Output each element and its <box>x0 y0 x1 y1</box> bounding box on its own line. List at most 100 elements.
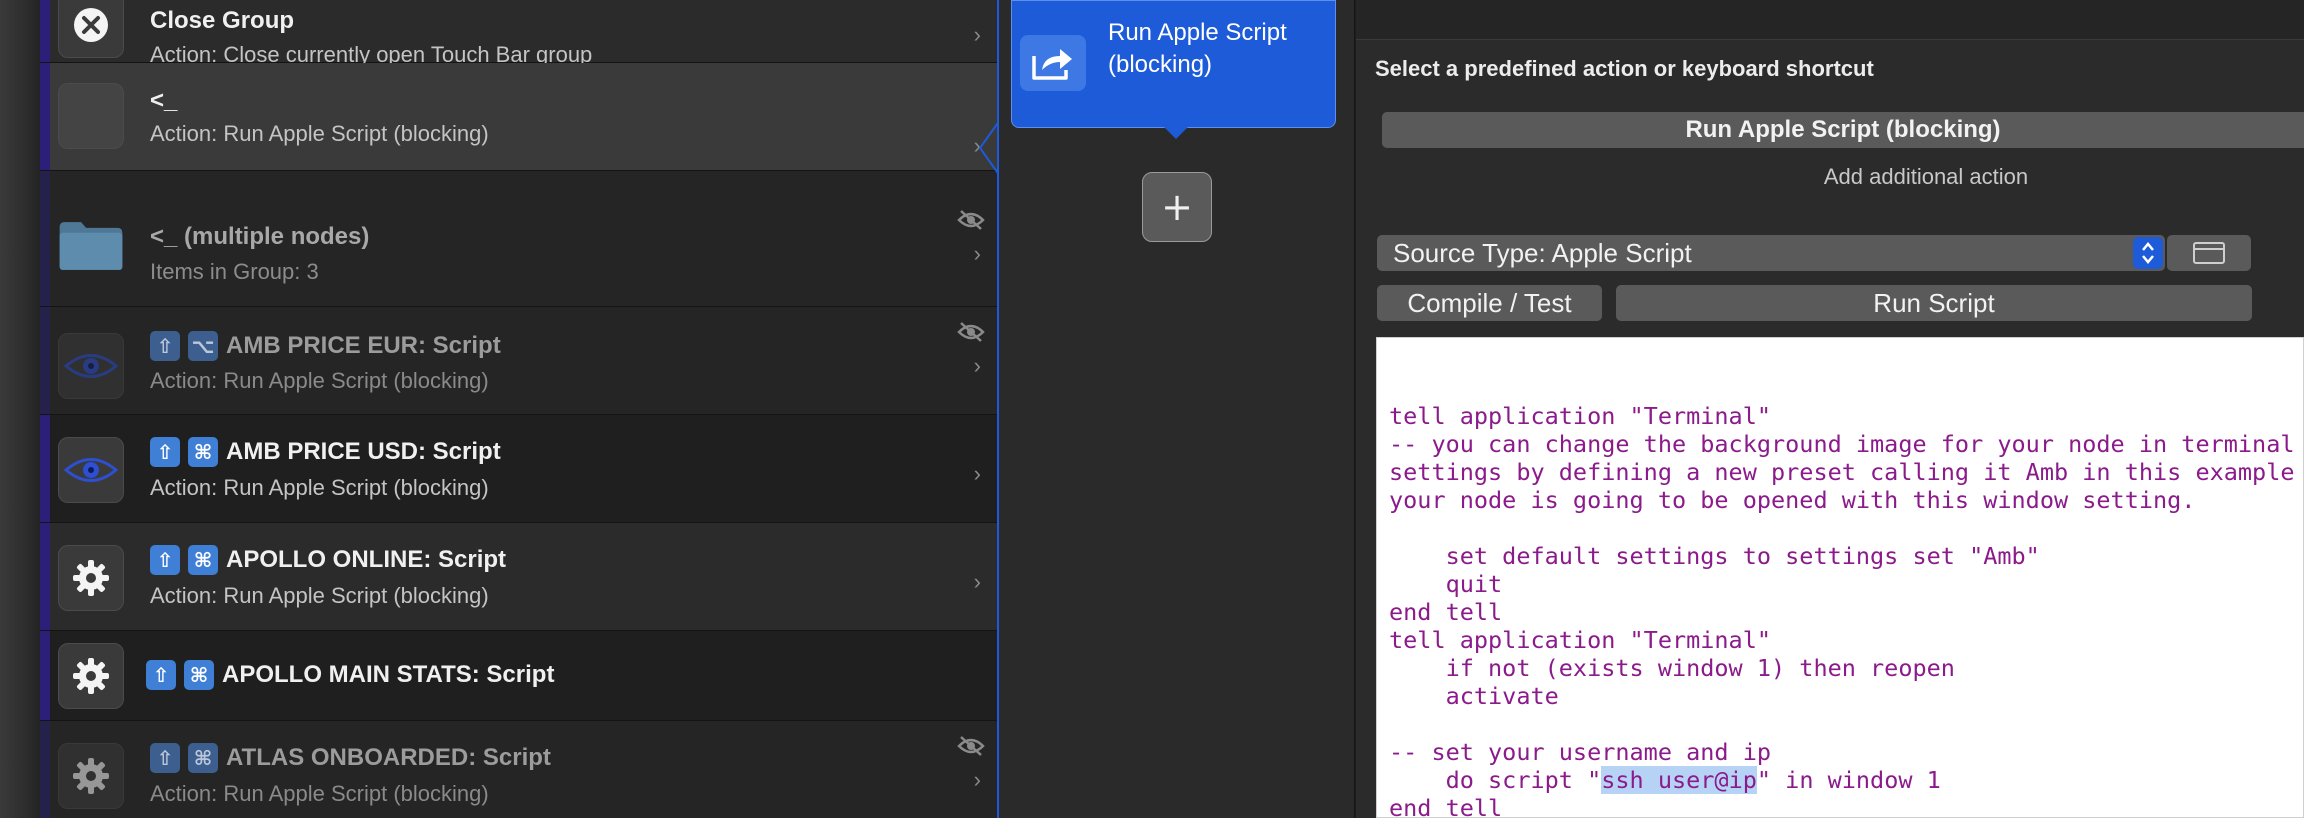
chevron-right-icon: › <box>973 241 981 266</box>
code-line: -- set your username and ip <box>1389 738 1772 766</box>
window-gutter <box>0 0 40 818</box>
row-title-text: AMB PRICE EUR: Script <box>226 332 501 359</box>
row-title-text: AMB PRICE USD: Script <box>226 438 501 465</box>
row-accent <box>40 523 50 630</box>
selected-text: ssh user@ip <box>1601 766 1757 794</box>
list-item-atlas-onboarded[interactable]: ⇧ ⌘ ATLAS ONBOARDED: Script Action: Run … <box>40 721 997 818</box>
code-line: your node is going to be opened with thi… <box>1389 486 2196 514</box>
command-key-icon: ⌘ <box>188 743 218 773</box>
code-line: end tell <box>1389 794 1503 818</box>
hidden-eye-icon[interactable] <box>957 209 985 236</box>
row-title: <_ <box>150 87 178 114</box>
row-title: ⇧ ⌘ AMB PRICE USD: Script <box>150 437 501 467</box>
chevron-right-icon: › <box>973 353 981 378</box>
row-title-text: APOLLO MAIN STATS: Script <box>222 661 555 688</box>
gear-icon <box>58 643 124 709</box>
row-subtitle: Items in Group: 3 <box>150 259 319 284</box>
code-line: settings by defining a new preset callin… <box>1389 458 2295 486</box>
row-accent <box>40 415 50 522</box>
inspector-panel: Select a predefined action or keyboard s… <box>1356 0 2304 818</box>
shift-key-icon: ⇧ <box>150 437 180 467</box>
share-arrow-icon <box>1020 35 1086 91</box>
list-item-close-group[interactable]: Close Group Action: Close currently open… <box>40 0 997 67</box>
run-script-button[interactable]: Run Script <box>1616 285 2252 321</box>
code-line-with-selection: do script "ssh user@ip" in window 1 <box>1389 766 1941 794</box>
chevron-right-icon: › <box>973 22 981 47</box>
window-icon <box>2193 242 2225 264</box>
row-subtitle: Action: Run Apple Script (blocking) <box>150 368 489 393</box>
shift-key-icon: ⇧ <box>150 331 180 361</box>
row-title: ⇧ ⌥ AMB PRICE EUR: Script <box>150 331 501 361</box>
chevron-up-down-icon <box>2133 237 2163 269</box>
row-subtitle: Action: Run Apple Script (blocking) <box>150 475 489 500</box>
row-accent <box>40 0 50 62</box>
eye-icon <box>58 437 124 503</box>
option-key-icon: ⌥ <box>188 331 218 361</box>
code-line: tell application "Terminal" <box>1389 402 1772 430</box>
row-title-text: APOLLO ONLINE: Script <box>226 546 507 573</box>
script-code[interactable]: tell application "Terminal" -- you can ch… <box>1389 402 2295 818</box>
list-item-apollo-online[interactable]: ⇧ ⌘ APOLLO ONLINE: Script Action: Run Ap… <box>40 523 997 631</box>
node-list: Close Group Action: Close currently open… <box>40 0 997 818</box>
row-accent <box>40 631 50 720</box>
command-key-icon: ⌘ <box>188 437 218 467</box>
row-accent <box>40 171 50 306</box>
close-circle-icon <box>58 0 124 58</box>
command-key-icon: ⌘ <box>184 660 214 690</box>
code-line: quit <box>1389 570 1503 598</box>
eye-icon <box>58 333 124 399</box>
gear-icon <box>58 743 124 809</box>
row-title: ⇧ ⌘ ATLAS ONBOARDED: Script <box>150 743 551 773</box>
row-accent <box>40 63 50 170</box>
section-title: Select a predefined action or keyboard s… <box>1375 56 1874 81</box>
source-type-select[interactable]: Source Type: Apple Script <box>1377 235 2165 271</box>
compile-test-button[interactable]: Compile / Test <box>1377 285 1602 321</box>
code-line: end tell <box>1389 598 1503 626</box>
list-item-apollo-main-stats[interactable]: ⇧ ⌘ APOLLO MAIN STATS: Script <box>40 631 997 721</box>
code-line: tell application "Terminal" <box>1389 626 1772 654</box>
add-additional-action-link[interactable]: Add additional action <box>1356 164 2304 190</box>
row-subtitle: Action: Run Apple Script (blocking) <box>150 583 489 608</box>
row-subtitle: Action: Run Apple Script (blocking) <box>150 121 489 146</box>
row-title: ⇧ ⌘ APOLLO MAIN STATS: Script <box>146 660 554 690</box>
folder-icon <box>58 213 124 279</box>
source-type-value: Source Type: Apple Script <box>1393 238 1692 268</box>
chevron-right-icon: › <box>973 767 981 792</box>
action-card-pointer <box>1164 127 1188 139</box>
command-key-icon: ⌘ <box>188 545 218 575</box>
shift-key-icon: ⇧ <box>146 660 176 690</box>
row-title: ⇧ ⌘ APOLLO ONLINE: Script <box>150 545 506 575</box>
code-line: activate <box>1389 682 1559 710</box>
chevron-right-icon: › <box>973 461 981 486</box>
row-accent <box>40 307 50 414</box>
add-action-button[interactable]: + <box>1142 172 1212 242</box>
list-item-selected-script[interactable]: <_ Action: Run Apple Script (blocking) › <box>40 63 997 171</box>
shift-key-icon: ⇧ <box>150 743 180 773</box>
list-item-amb-price-usd[interactable]: ⇧ ⌘ AMB PRICE USD: Script Action: Run Ap… <box>40 415 997 523</box>
hidden-eye-icon[interactable] <box>957 321 985 348</box>
inspector-header <box>1356 0 2304 40</box>
row-subtitle: Action: Run Apple Script (blocking) <box>150 781 489 806</box>
action-card-label: Run Apple Script (blocking) <box>1108 19 1287 78</box>
code-line: if not (exists window 1) then reopen <box>1389 654 1955 682</box>
empty-icon <box>58 83 124 149</box>
list-item-group[interactable]: <_ (multiple nodes) Items in Group: 3 › <box>40 171 997 307</box>
action-column: Run Apple Script (blocking) + <box>997 0 1355 818</box>
hidden-eye-icon[interactable] <box>957 735 985 762</box>
row-accent <box>40 721 50 818</box>
list-item-amb-price-eur[interactable]: ⇧ ⌥ AMB PRICE EUR: Script Action: Run Ap… <box>40 307 997 415</box>
code-line: set default settings to settings set "Am… <box>1389 542 2040 570</box>
chevron-right-icon: › <box>973 569 981 594</box>
open-editor-window-button[interactable] <box>2167 235 2251 271</box>
gear-icon <box>58 545 124 611</box>
script-editor[interactable]: tell application "Terminal" -- you can ch… <box>1376 337 2304 818</box>
selected-action-button[interactable]: Run Apple Script (blocking) <box>1382 112 2304 148</box>
row-title-text: ATLAS ONBOARDED: Script <box>226 744 551 771</box>
row-title: Close Group <box>150 7 295 34</box>
row-title: <_ (multiple nodes) <box>150 223 370 250</box>
code-line: -- you can change the background image f… <box>1389 430 2295 458</box>
action-card-run-apple-script[interactable]: Run Apple Script (blocking) <box>1011 0 1336 139</box>
shift-key-icon: ⇧ <box>150 545 180 575</box>
